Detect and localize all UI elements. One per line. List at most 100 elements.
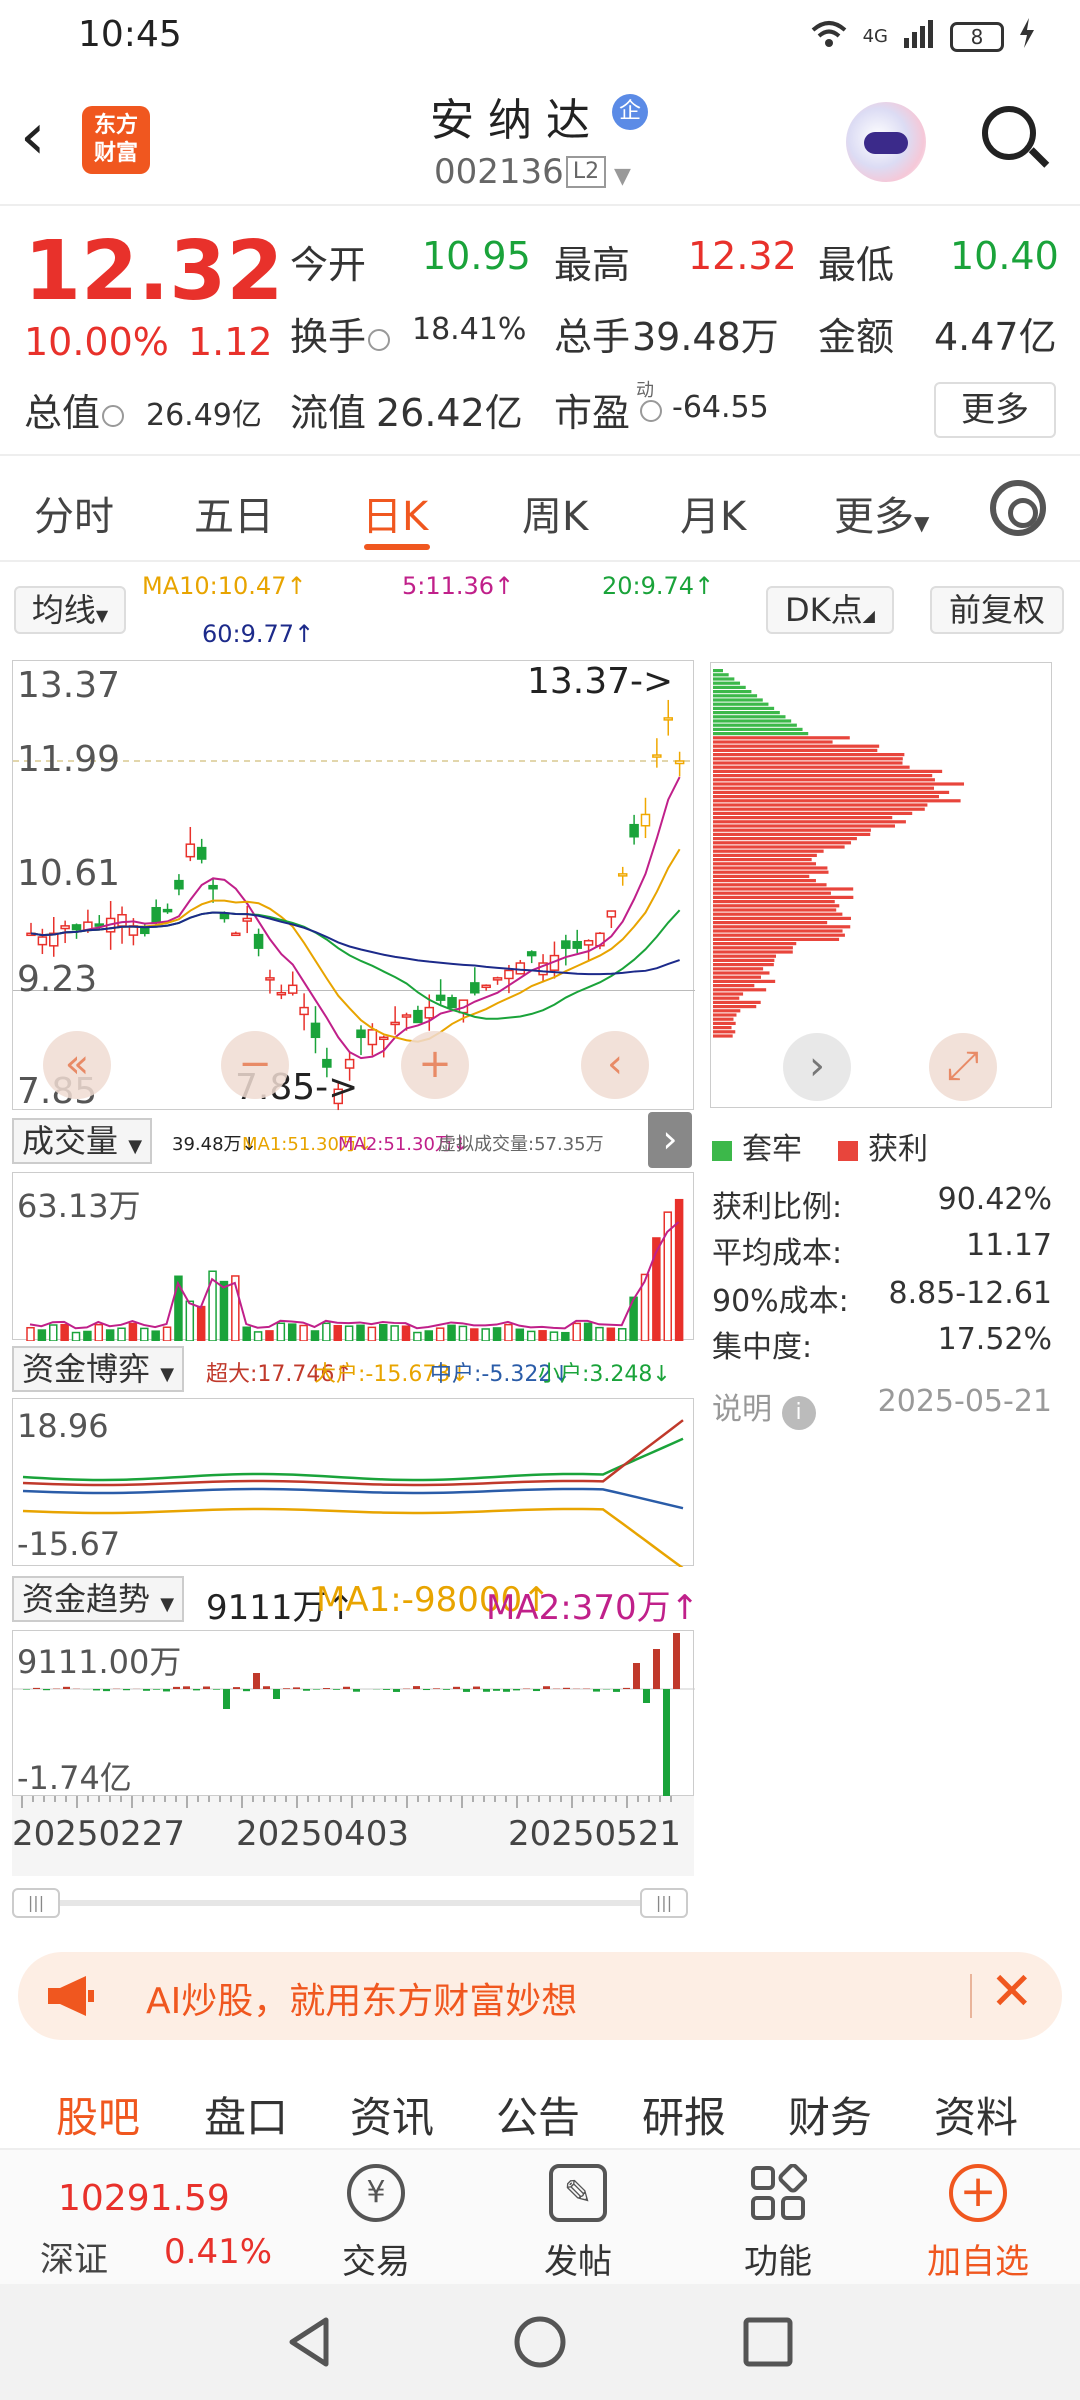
chip-bar [713, 757, 903, 761]
volume-bar [287, 1323, 297, 1342]
volume-bar [242, 1326, 251, 1342]
chip-bar [713, 853, 817, 857]
fund-trend-bar [503, 1689, 510, 1692]
chevron-down-icon[interactable]: ▼ [614, 164, 631, 189]
chip-bar [713, 732, 809, 736]
post-button[interactable]: ✎ 发帖 [508, 2150, 648, 2283]
fund-trend-bar [433, 1688, 440, 1689]
volume-bar [83, 1330, 92, 1342]
gear-icon[interactable] [990, 480, 1046, 536]
tab-guba[interactable]: 股吧 [56, 2084, 140, 2145]
fund-trend-bar [223, 1689, 230, 1709]
zoom-out-icon[interactable]: − [221, 1031, 289, 1099]
tab-finance[interactable]: 财务 [788, 2084, 872, 2145]
kline-candle [310, 1022, 321, 1039]
scroll-left-icon[interactable]: ‹ [581, 1031, 649, 1099]
fund-trend-bar [243, 1689, 250, 1692]
large-holder-line [22, 1507, 684, 1570]
concentration-row: 集中度: 17.52% [712, 1322, 1052, 1365]
fund-small: 小户:3.248↓ [538, 1362, 671, 1387]
chip-bar [713, 866, 828, 870]
tab-research[interactable]: 研报 [642, 2084, 726, 2145]
tab-profile[interactable]: 资料 [934, 2084, 1018, 2145]
chip-bar [713, 706, 775, 710]
back-icon[interactable]: ‹ [20, 102, 70, 172]
enterprise-badge: 企 [612, 94, 648, 130]
chip-distribution-chart[interactable]: › ⤢ [710, 662, 1052, 1108]
nav-recents-icon[interactable] [742, 2316, 794, 2372]
chip-bar [713, 925, 851, 929]
fund-trend-bar [183, 1686, 190, 1689]
app-logo[interactable]: 东方 财富 [82, 106, 150, 174]
ma-selector[interactable]: 均线▼ [14, 586, 126, 634]
tab-monthly-k[interactable]: 月K [680, 484, 746, 542]
fund-trend-bar [393, 1689, 400, 1692]
level2-badge[interactable]: L2 [566, 156, 606, 188]
fund-trend-selector[interactable]: 资金趋势 ▼ [12, 1576, 185, 1622]
profit-ratio-row: 获利比例: 90.42% [712, 1182, 1052, 1225]
add-watchlist-button[interactable]: + 加自选 [908, 2150, 1048, 2283]
fund-trend-bar [263, 1686, 270, 1689]
chip-bar [713, 996, 740, 1000]
kline-candle [60, 925, 70, 930]
nav-back-icon[interactable] [282, 2314, 338, 2374]
functions-button[interactable]: 功能 [708, 2150, 848, 2283]
volume-selector[interactable]: 成交量 ▼ [12, 1118, 153, 1164]
bottom-action-bar: 10291.59 深证 0.41% ¥ 交易 ✎ 发帖 功能 + 加自选 [0, 2148, 1080, 2284]
tab-daily-k[interactable]: 日K [362, 484, 428, 542]
expand-panel-icon[interactable]: › [648, 1112, 692, 1168]
tab-more[interactable]: 更多▼ [834, 484, 929, 542]
fund-trend-bar [383, 1689, 390, 1690]
chip-bar [713, 832, 871, 836]
kline-y-tick: 9.23 [17, 959, 98, 1000]
adjust-button[interactable]: 前复权 [930, 586, 1064, 634]
fund-trend-bar [613, 1689, 620, 1692]
kline-candle [424, 1006, 435, 1019]
chip-bar [713, 816, 893, 820]
kline-candle [572, 940, 582, 949]
search-icon[interactable] [982, 106, 1036, 160]
index-ticker[interactable]: 10291.59 深证 0.41% [0, 2150, 290, 2286]
scroller-left-handle[interactable]: ||| [12, 1888, 60, 1918]
fund-game-selector[interactable]: 资金博弈 ▼ [12, 1346, 185, 1392]
chip-bar [713, 765, 910, 769]
kline-candle [515, 962, 526, 975]
ma10-value: MA10:10.47↑ [142, 572, 307, 600]
volume-label: 总手 [554, 315, 631, 359]
close-icon[interactable]: ✕ [990, 1962, 1034, 2022]
tab-intraday[interactable]: 分时 [34, 484, 114, 542]
tab-announcements[interactable]: 公告 [496, 2084, 580, 2145]
ai-banner[interactable]: AI炒股，就用东方财富妙想 ✕ [18, 1952, 1062, 2040]
tab-news[interactable]: 资讯 [350, 2084, 434, 2145]
expand-icon[interactable]: ⤢ [929, 1033, 997, 1101]
more-quote-button[interactable]: 更多 [934, 382, 1056, 438]
turnover-value: 18.41% [412, 312, 527, 347]
volume-bar [185, 1300, 195, 1342]
tab-weekly-k[interactable]: 周K [522, 484, 588, 542]
tab-five-day[interactable]: 五日 [194, 484, 274, 542]
nav-home-icon[interactable] [512, 2314, 568, 2374]
scroll-left-fast-icon[interactable]: « [43, 1031, 111, 1099]
trade-button[interactable]: ¥ 交易 [306, 2150, 446, 2283]
open-label: 今开 [290, 243, 367, 287]
range-scroller[interactable]: ||| ||| [12, 1888, 694, 1918]
chip-bar [713, 845, 845, 849]
chip-bar [713, 891, 831, 895]
kline-candle [322, 1058, 332, 1068]
chevron-right-icon[interactable]: › [783, 1033, 851, 1101]
info-icon [368, 328, 391, 351]
legend-profit: 获利 [838, 1124, 928, 1168]
assistant-robot-icon[interactable] [846, 102, 926, 182]
kline-chart[interactable]: 13.37 11.99 10.61 9.23 7.85 13.37-> 7.85… [12, 660, 695, 1112]
scroller-right-handle[interactable]: ||| [640, 1888, 688, 1918]
dk-point-button[interactable]: DK点◢ [766, 586, 894, 634]
zoom-in-icon[interactable]: + [401, 1031, 469, 1099]
volume-bar [128, 1322, 138, 1342]
kline-candle [208, 884, 218, 890]
note-row[interactable]: 说明 i 2025-05-21 [712, 1384, 1052, 1430]
volume-bar [333, 1324, 342, 1342]
content-tabs: 股吧 盘口 资讯 公告 研报 财务 资料 [0, 2060, 1080, 2146]
chip-bar [713, 1000, 761, 1004]
fund-trend-bar [643, 1689, 650, 1703]
tab-pankou[interactable]: 盘口 [204, 2084, 288, 2145]
